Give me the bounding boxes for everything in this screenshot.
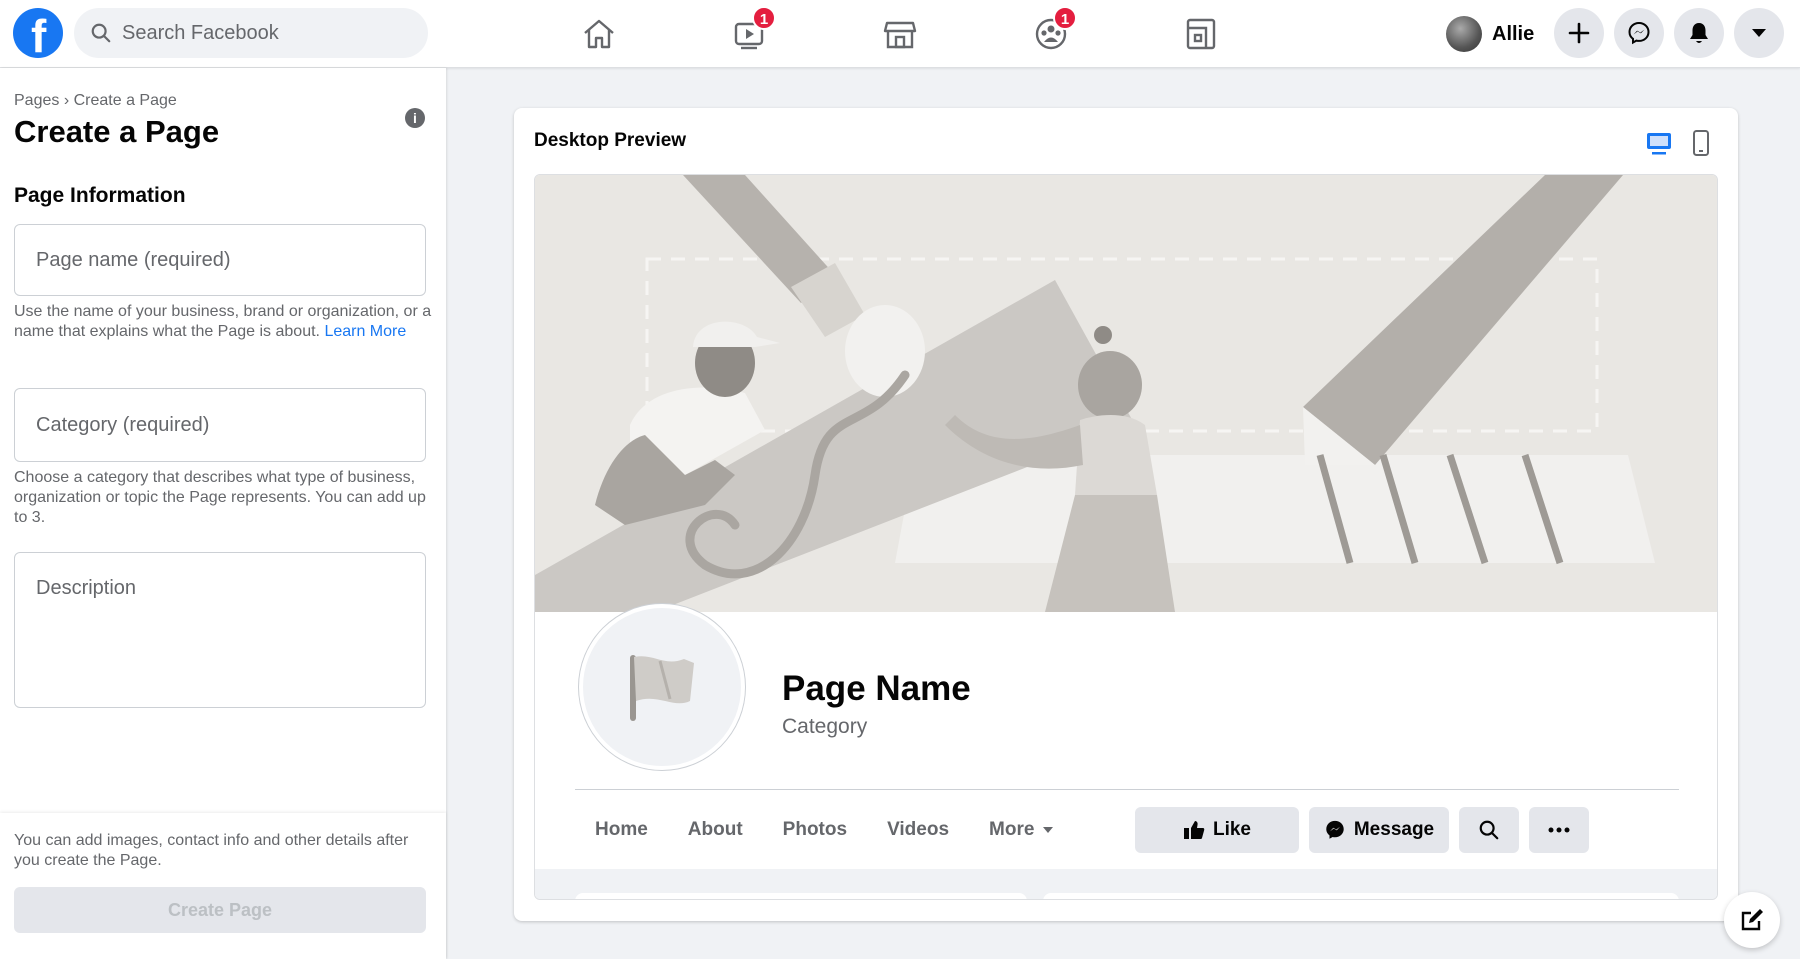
groups-notification-badge: 1 [1053,6,1077,30]
messenger-button[interactable] [1614,8,1664,58]
ellipsis-icon [1548,827,1570,833]
breadcrumb-current: Create a Page [73,92,177,109]
profile-shortcut[interactable]: Allie [1446,14,1534,54]
page-preview: Page Name Category Home About Photos Vid… [534,174,1718,900]
nav-watch[interactable]: 1 [726,6,776,56]
home-icon [584,19,614,49]
watch-notification-badge: 1 [752,6,776,30]
facebook-logo[interactable]: f [13,8,63,62]
section-title: Page Information [14,184,186,207]
flag-icon [630,655,694,721]
bell-icon [1690,23,1708,43]
form-footer: You can add images, contact info and oth… [0,813,446,959]
desktop-monitor-icon [1647,133,1671,155]
search-icon [1479,820,1499,840]
search-icon [91,23,111,43]
more-options-button[interactable] [1529,807,1589,853]
top-navigation-bar: f Search Facebook 1 1 Allie [0,0,1800,68]
right-content-card [1043,893,1679,899]
cover-photo-illustration [535,175,1717,612]
marketplace-shop-icon [883,21,917,49]
user-name: Allie [1492,22,1535,45]
nav-home[interactable] [575,12,623,56]
like-label: Like [1212,819,1252,840]
page-name-help-text: Use the name of your business, brand or … [14,302,434,342]
tab-home[interactable]: Home [595,819,648,841]
messenger-icon [1326,820,1344,839]
notifications-button[interactable] [1674,8,1724,58]
category-help-text: Choose a category that describes what ty… [14,469,426,526]
desktop-preview-card: Desktop Preview Page Name Category Home … [514,108,1738,921]
create-page-form-panel: Pages › Create a Page Create a Page i Pa… [0,68,446,959]
search-box[interactable]: Search Facebook [74,8,428,58]
thumbs-up-icon [1183,821,1205,839]
nav-gaming[interactable] [1177,12,1225,56]
tab-more-label: More [989,819,1035,840]
mobile-phone-icon [1693,130,1709,156]
facebook-logo-letter: f [31,10,47,62]
message-label: Message [1353,819,1435,840]
desktop-view-toggle[interactable] [1644,128,1674,158]
search-input[interactable]: Search Facebook [122,22,279,45]
like-button[interactable]: Like [1135,807,1299,853]
caret-down-icon [1043,827,1054,833]
preview-category: Category [782,715,868,738]
profile-divider [575,789,1679,790]
category-placeholder: Category (required) [36,414,210,436]
message-button[interactable]: Message [1309,807,1449,853]
account-menu-button[interactable] [1734,8,1784,58]
compose-edit-icon [1741,909,1763,931]
breadcrumb-pages-link[interactable]: Pages [14,92,59,109]
plus-icon [1568,22,1590,44]
cover-illustration [535,175,1717,612]
page-content-area [535,869,1717,899]
nav-groups[interactable]: 1 [1027,6,1077,56]
page-title: Create a Page [14,114,220,149]
create-page-button[interactable]: Create Page [14,887,426,933]
preview-page-name: Page Name [782,669,971,708]
avatar [1446,16,1482,52]
left-content-card [575,893,1027,899]
tab-videos[interactable]: Videos [887,819,949,841]
page-name-placeholder: Page name (required) [36,249,231,271]
tab-photos[interactable]: Photos [783,819,847,841]
create-button[interactable] [1554,8,1604,58]
page-search-button[interactable] [1459,807,1519,853]
breadcrumb: Pages › Create a Page [14,92,177,110]
category-field[interactable]: Category (required) [14,388,426,462]
caret-down-icon [1752,29,1766,37]
info-icon[interactable]: i [405,108,425,128]
mobile-view-toggle[interactable] [1686,128,1716,158]
footer-note: You can add images, contact info and oth… [14,832,409,869]
page-name-field[interactable]: Page name (required) [14,224,426,296]
preview-title: Desktop Preview [534,130,687,151]
messenger-icon [1628,21,1650,45]
tab-more[interactable]: More [989,819,1054,841]
new-message-button[interactable] [1724,892,1780,948]
profile-picture-placeholder [579,604,745,770]
nav-marketplace[interactable] [876,12,924,56]
learn-more-link[interactable]: Learn More [324,323,406,340]
gaming-icon [1186,18,1216,50]
description-field[interactable]: Description [14,552,426,708]
tab-about[interactable]: About [688,819,743,841]
page-tabs: Home About Photos Videos More [595,819,1094,841]
description-placeholder: Description [36,577,137,599]
breadcrumb-separator: › [63,92,70,109]
